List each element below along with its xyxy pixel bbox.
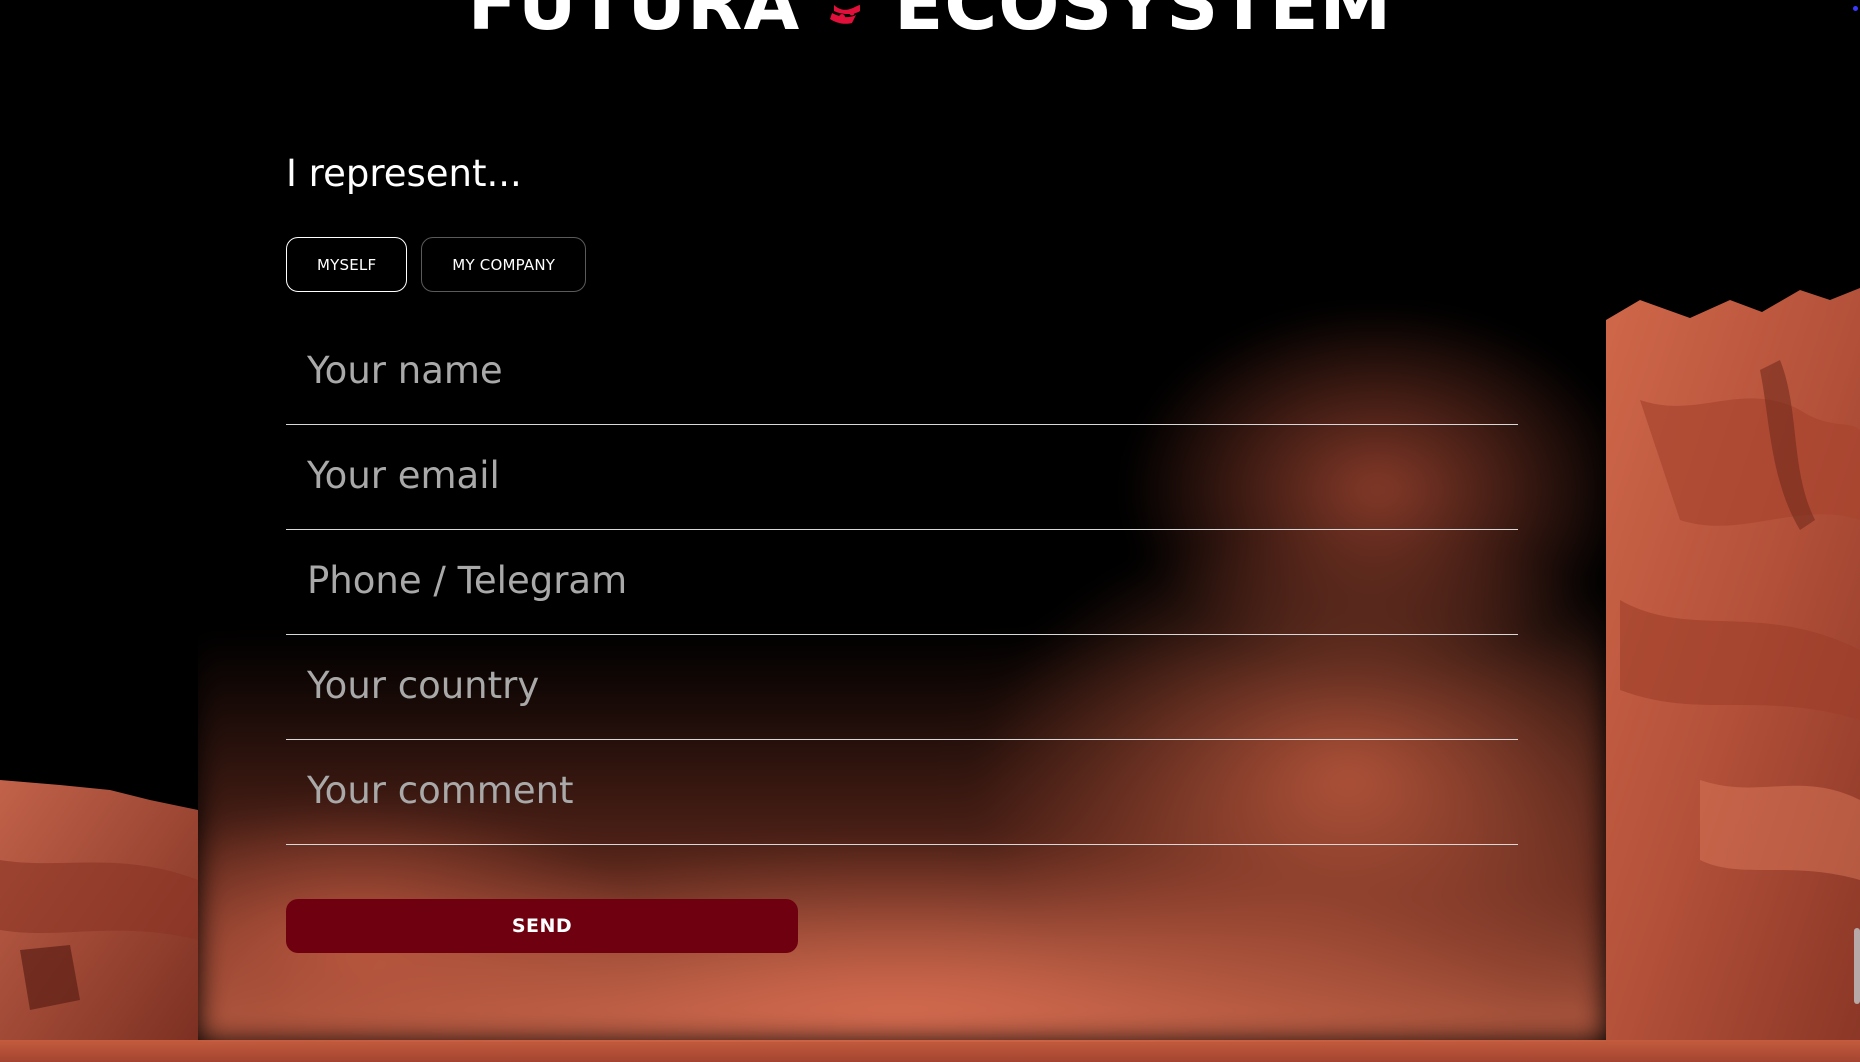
- phone-field-row: [286, 530, 1518, 635]
- indicator-dot: [1853, 6, 1858, 11]
- email-field-row: [286, 425, 1518, 530]
- name-field-row: [286, 320, 1518, 425]
- myself-toggle-button[interactable]: MYSELF: [286, 237, 408, 292]
- represent-toggle-group: MYSELF MY COMPANY: [286, 237, 1518, 292]
- send-button[interactable]: SEND: [286, 899, 798, 953]
- title-futura: FUTURA: [467, 0, 801, 46]
- title-ecosystem: ECOSYSTEM: [894, 0, 1393, 46]
- country-field-row: [286, 635, 1518, 740]
- page: FUTURA ECOSYSTEM I represent... MYSELF M…: [0, 0, 1860, 1062]
- phone-telegram-input[interactable]: [286, 550, 1518, 610]
- contact-form: I represent... MYSELF MY COMPANY SEND: [286, 146, 1518, 953]
- represent-heading: I represent...: [286, 152, 522, 195]
- country-input[interactable]: [286, 655, 1518, 715]
- red-flower-logo-icon: [812, 0, 882, 58]
- comment-field-row: [286, 740, 1518, 845]
- form-fields: [286, 320, 1518, 845]
- hero-title: FUTURA ECOSYSTEM: [0, 0, 1860, 46]
- comment-input[interactable]: [286, 760, 1518, 820]
- scrollbar-thumb[interactable]: [1854, 928, 1860, 1004]
- email-input[interactable]: [286, 445, 1518, 505]
- my-company-toggle-button[interactable]: MY COMPANY: [421, 237, 587, 292]
- name-input[interactable]: [286, 340, 1518, 400]
